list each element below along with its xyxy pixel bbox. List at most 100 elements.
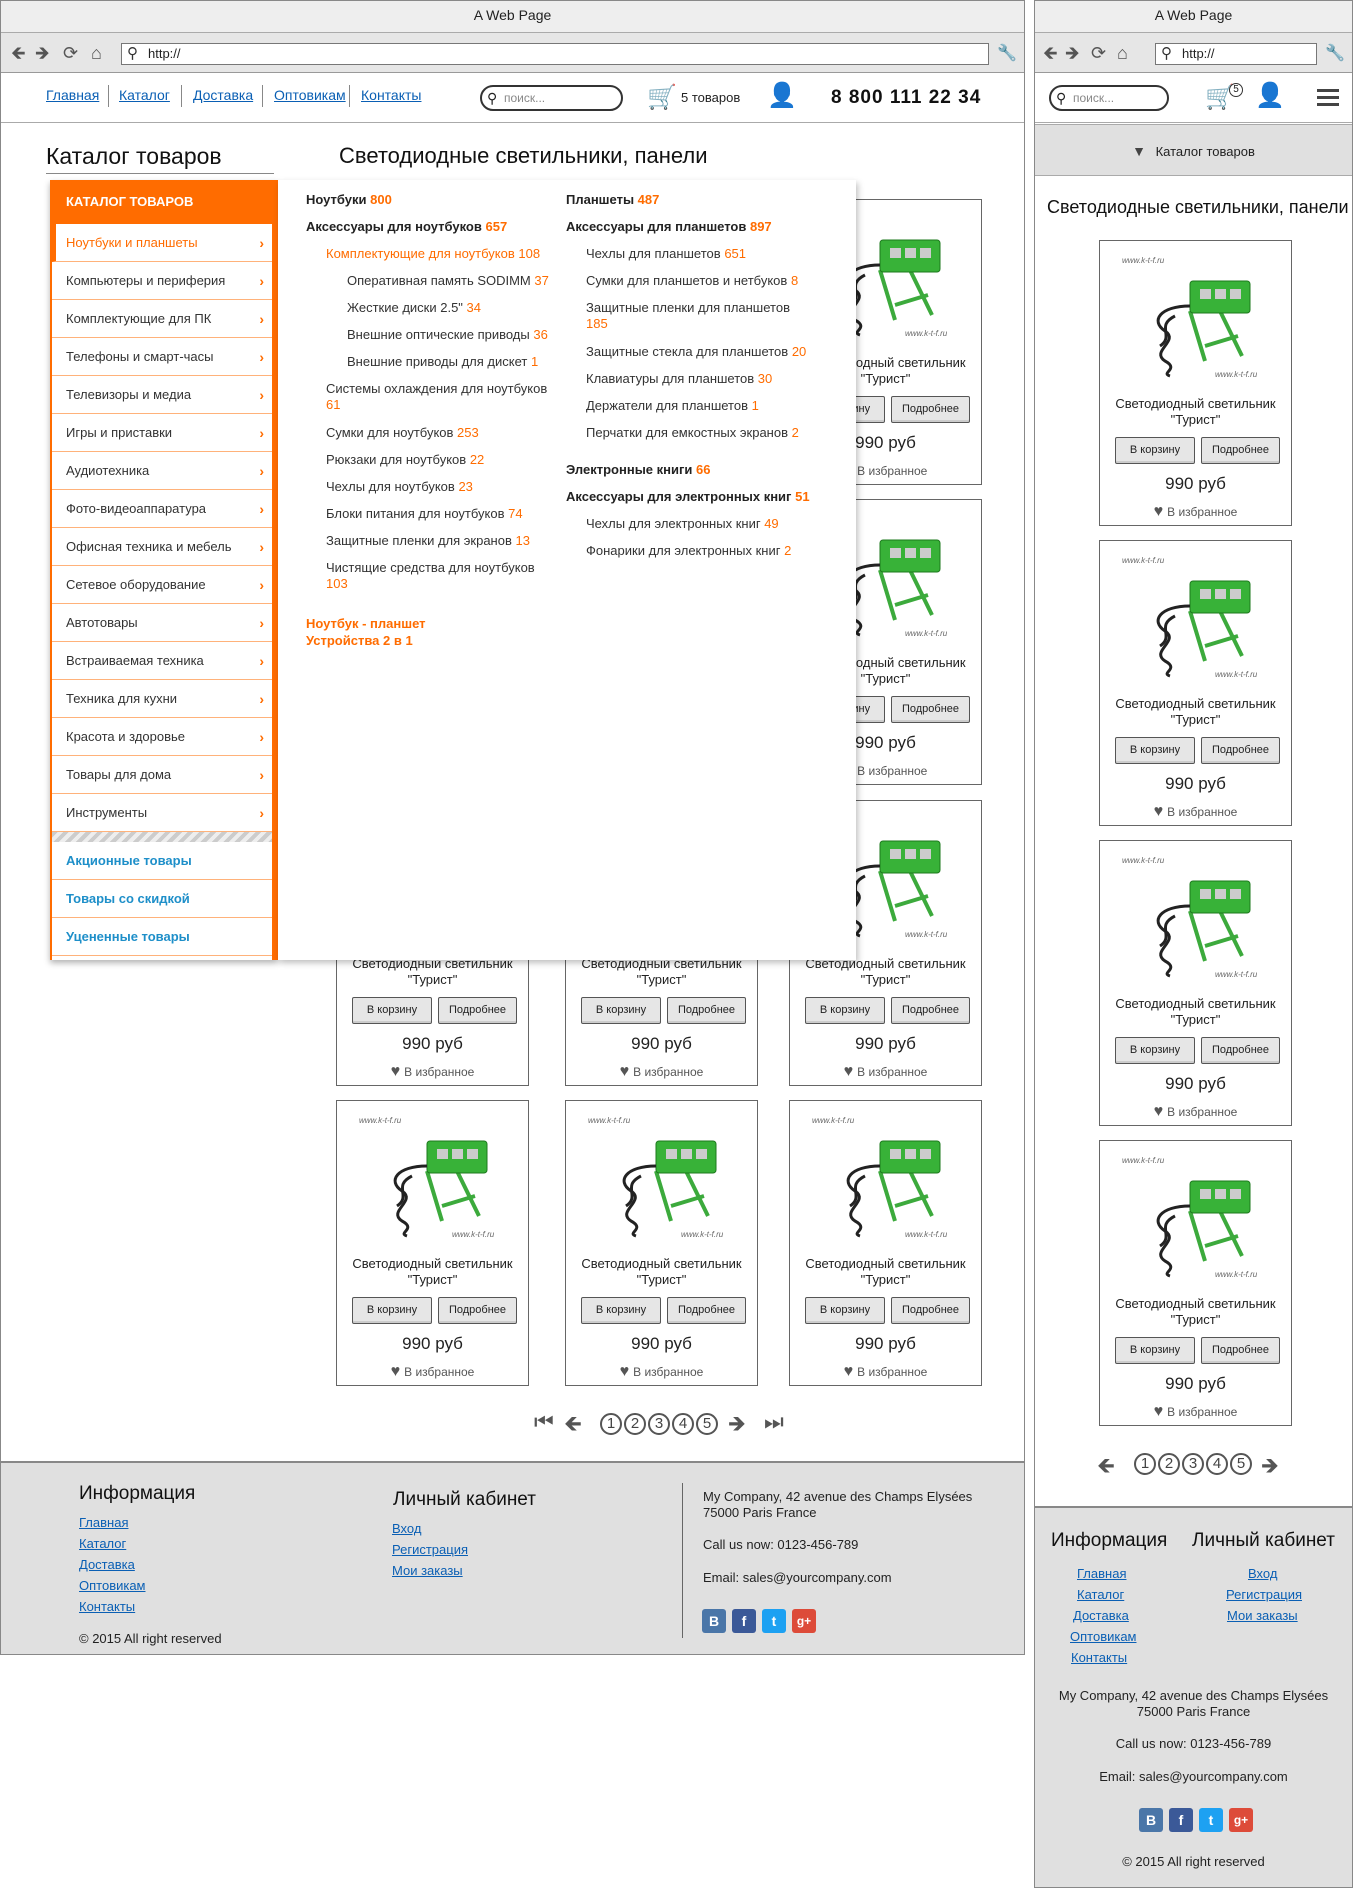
hamburger-menu-icon[interactable] [1317, 89, 1339, 110]
page-5[interactable]: 5 [1230, 1453, 1252, 1475]
page-2[interactable]: 2 [1158, 1453, 1180, 1475]
submenu-item[interactable]: Блоки питания для ноутбуков 74 [326, 506, 576, 522]
footer-link-catalog[interactable]: Каталог [1077, 1587, 1124, 1602]
forward-icon[interactable]: 🡺 [1065, 43, 1080, 63]
footer-link-delivery[interactable]: Доставка [1073, 1608, 1129, 1623]
add-to-cart-button[interactable]: В корзину [1115, 437, 1195, 464]
nav-catalog[interactable]: Каталог [119, 87, 170, 103]
submenu-item[interactable]: Фонарики для электронных книг 2 [586, 543, 856, 559]
submenu-promo-link[interactable]: Устройства 2 в 1 [306, 633, 413, 648]
submenu-item[interactable]: Рюкзаки для ноутбуков 22 [326, 452, 576, 468]
submenu-item[interactable]: Чехлы для электронных книг 49 [586, 516, 856, 532]
user-icon[interactable]: 👤 [767, 81, 797, 110]
facebook-icon[interactable]: f [732, 1609, 756, 1633]
catalog-menu-item[interactable]: Фото-видеоаппаратура › [52, 490, 272, 528]
add-to-cart-button[interactable]: В корзину [581, 1297, 661, 1324]
add-to-favorites[interactable]: ♥В избранное [790, 1063, 981, 1081]
product-name[interactable]: Светодиодный светильник"Турист" [796, 1256, 975, 1288]
last-page-icon[interactable]: ⏭ [764, 1409, 784, 1435]
product-image[interactable]: www.k-t-f.ru www.k-t-f.ru [1120, 1151, 1272, 1281]
cart-count[interactable]: 5 товаров [681, 90, 740, 105]
reload-icon[interactable]: ⟳ [1091, 43, 1106, 63]
back-icon[interactable]: 🡸 [11, 43, 26, 63]
page-3[interactable]: 3 [1182, 1453, 1204, 1475]
nav-delivery[interactable]: Доставка [193, 87, 253, 103]
submenu-item[interactable]: Защитные стекла для планшетов 20 [586, 344, 856, 360]
product-name[interactable]: Светодиодный светильник"Турист" [343, 956, 522, 988]
submenu-item[interactable]: Оперативная память SODIMM 37 [347, 273, 597, 289]
submenu-item[interactable]: Чехлы для ноутбуков 23 [326, 479, 576, 495]
add-to-favorites[interactable]: ♥В избранное [337, 1363, 528, 1381]
promo-link[interactable]: Товары со скидкой [52, 880, 272, 918]
next-page-icon[interactable]: 🡺 [1261, 1449, 1279, 1487]
details-button[interactable]: Подробнее [891, 396, 970, 423]
home-icon[interactable]: ⌂ [1117, 43, 1128, 63]
submenu-item[interactable]: Системы охлаждения для ноутбуков 61 [326, 381, 556, 413]
product-image[interactable]: www.k-t-f.ru www.k-t-f.ru [1120, 251, 1272, 381]
catalog-menu-header[interactable]: КАТАЛОГ ТОВАРОВ [52, 180, 272, 224]
submenu-item[interactable]: Защитные пленки для планшетов 185 [586, 300, 806, 332]
submenu-item[interactable]: Держатели для планшетов 1 [586, 398, 856, 414]
product-name[interactable]: Светодиодный светильник"Турист" [1106, 696, 1285, 728]
details-button[interactable]: Подробнее [891, 696, 970, 723]
url-bar[interactable]: ⚲ http:// [1155, 43, 1317, 65]
submenu-item[interactable]: Электронные книги 66 [566, 462, 836, 478]
submenu-item[interactable]: Внешние оптические приводы 36 [347, 327, 597, 343]
add-to-cart-button[interactable]: В корзину [1115, 1037, 1195, 1064]
product-image[interactable]: www.k-t-f.ru www.k-t-f.ru [586, 1111, 738, 1241]
back-icon[interactable]: 🡸 [1043, 43, 1058, 63]
catalog-menu-item[interactable]: Игры и приставки › [52, 414, 272, 452]
prev-page-icon[interactable]: 🡸 [1097, 1449, 1115, 1487]
add-to-favorites[interactable]: ♥В избранное [566, 1363, 757, 1381]
catalog-menu-item[interactable]: Автотовары › [52, 604, 272, 642]
footer-link-register[interactable]: Регистрация [392, 1542, 468, 1557]
product-name[interactable]: Светодиодный светильник"Турист" [1106, 1296, 1285, 1328]
details-button[interactable]: Подробнее [1201, 1337, 1280, 1364]
footer-link-orders[interactable]: Мои заказы [392, 1563, 463, 1578]
promo-link[interactable]: Акционные товары [52, 842, 272, 880]
submenu-item[interactable]: Защитные пленки для экранов 13 [326, 533, 576, 549]
add-to-favorites[interactable]: ♥В избранное [1100, 503, 1291, 521]
submenu-item[interactable]: Чехлы для планшетов 651 [586, 246, 856, 262]
catalog-menu-item[interactable]: Телевизоры и медиа › [52, 376, 272, 414]
add-to-favorites[interactable]: ♥В избранное [790, 1363, 981, 1381]
details-button[interactable]: Подробнее [891, 997, 970, 1024]
search-input[interactable]: ⚲ поиск... [480, 85, 623, 111]
search-input[interactable]: ⚲ поиск... [1049, 85, 1169, 111]
product-name[interactable]: Светодиодный светильник"Турист" [572, 956, 751, 988]
footer-link-delivery[interactable]: Доставка [79, 1557, 135, 1572]
page-5[interactable]: 5 [696, 1413, 718, 1435]
footer-link-register[interactable]: Регистрация [1226, 1587, 1302, 1602]
mobile-catalog-toggle[interactable]: ▼ Каталог товаров [1035, 124, 1352, 176]
submenu-item[interactable]: Жесткие диски 2.5" 34 [347, 300, 597, 316]
twitter-icon[interactable]: t [1199, 1808, 1223, 1832]
footer-link-home[interactable]: Главная [1077, 1566, 1126, 1581]
add-to-cart-button[interactable]: В корзину [805, 1297, 885, 1324]
facebook-icon[interactable]: f [1169, 1808, 1193, 1832]
next-page-icon[interactable]: 🡺 [728, 1407, 746, 1445]
nav-home[interactable]: Главная [46, 87, 99, 103]
submenu-item[interactable]: Сумки для планшетов и нетбуков 8 [586, 273, 856, 289]
add-to-cart-button[interactable]: В корзину [352, 1297, 432, 1324]
product-name[interactable]: Светодиодный светильник"Турист" [1106, 996, 1285, 1028]
details-button[interactable]: Подробнее [891, 1297, 970, 1324]
catalog-menu-item[interactable]: Офисная техника и мебель › [52, 528, 272, 566]
details-button[interactable]: Подробнее [667, 997, 746, 1024]
submenu-item[interactable]: Ноутбуки 800 [306, 192, 556, 208]
add-to-cart-button[interactable]: В корзину [581, 997, 661, 1024]
catalog-menu-item[interactable]: Техника для кухни › [52, 680, 272, 718]
details-button[interactable]: Подробнее [667, 1297, 746, 1324]
page-3[interactable]: 3 [648, 1413, 670, 1435]
add-to-favorites[interactable]: ♥В избранное [566, 1063, 757, 1081]
product-name[interactable]: Светодиодный светильник"Турист" [796, 956, 975, 988]
submenu-item[interactable]: Комплектующие для ноутбуков 108 [326, 246, 576, 262]
page-2[interactable]: 2 [624, 1413, 646, 1435]
add-to-cart-button[interactable]: В корзину [805, 997, 885, 1024]
add-to-cart-button[interactable]: В корзину [352, 997, 432, 1024]
google-plus-icon[interactable]: g+ [1229, 1808, 1253, 1832]
vk-icon[interactable]: В [1139, 1808, 1163, 1832]
footer-link-login[interactable]: Вход [1248, 1566, 1277, 1581]
product-name[interactable]: Светодиодный светильник"Турист" [572, 1256, 751, 1288]
submenu-item[interactable]: Аксессуары для планшетов 897 [566, 219, 836, 235]
catalog-menu-item[interactable]: Комплектующие для ПК › [52, 300, 272, 338]
